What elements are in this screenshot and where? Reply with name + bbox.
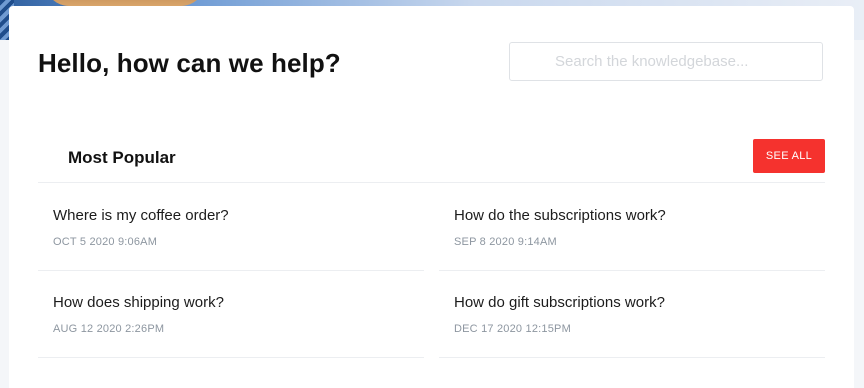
search-box[interactable]: [509, 42, 823, 81]
article-date: OCT 5 2020 9:06AM: [53, 236, 158, 248]
article-date: AUG 12 2020 2:26PM: [53, 323, 165, 335]
help-center-card: Hello, how can we help? Most Popular SEE…: [9, 6, 854, 388]
section-title-most-popular: Most Popular: [68, 148, 176, 167]
article-title[interactable]: How do the subscriptions work?: [454, 207, 666, 224]
article-date: DEC 17 2020 12:15PM: [454, 323, 571, 335]
article-title[interactable]: How do gift subscriptions work?: [454, 294, 665, 311]
article-item[interactable]: How does shipping work? AUG 12 2020 2:26…: [38, 270, 424, 358]
article-item[interactable]: How do gift subscriptions work? DEC 17 2…: [439, 270, 825, 358]
search-input[interactable]: [510, 43, 822, 80]
article-title[interactable]: How does shipping work?: [53, 294, 224, 311]
page-title: Hello, how can we help?: [38, 48, 341, 78]
see-all-button[interactable]: SEE ALL: [753, 139, 825, 173]
article-date: SEP 8 2020 9:14AM: [454, 236, 557, 248]
article-title[interactable]: Where is my coffee order?: [53, 207, 229, 224]
article-item[interactable]: Where is my coffee order? OCT 5 2020 9:0…: [38, 183, 424, 271]
article-item[interactable]: How do the subscriptions work? SEP 8 202…: [439, 183, 825, 271]
